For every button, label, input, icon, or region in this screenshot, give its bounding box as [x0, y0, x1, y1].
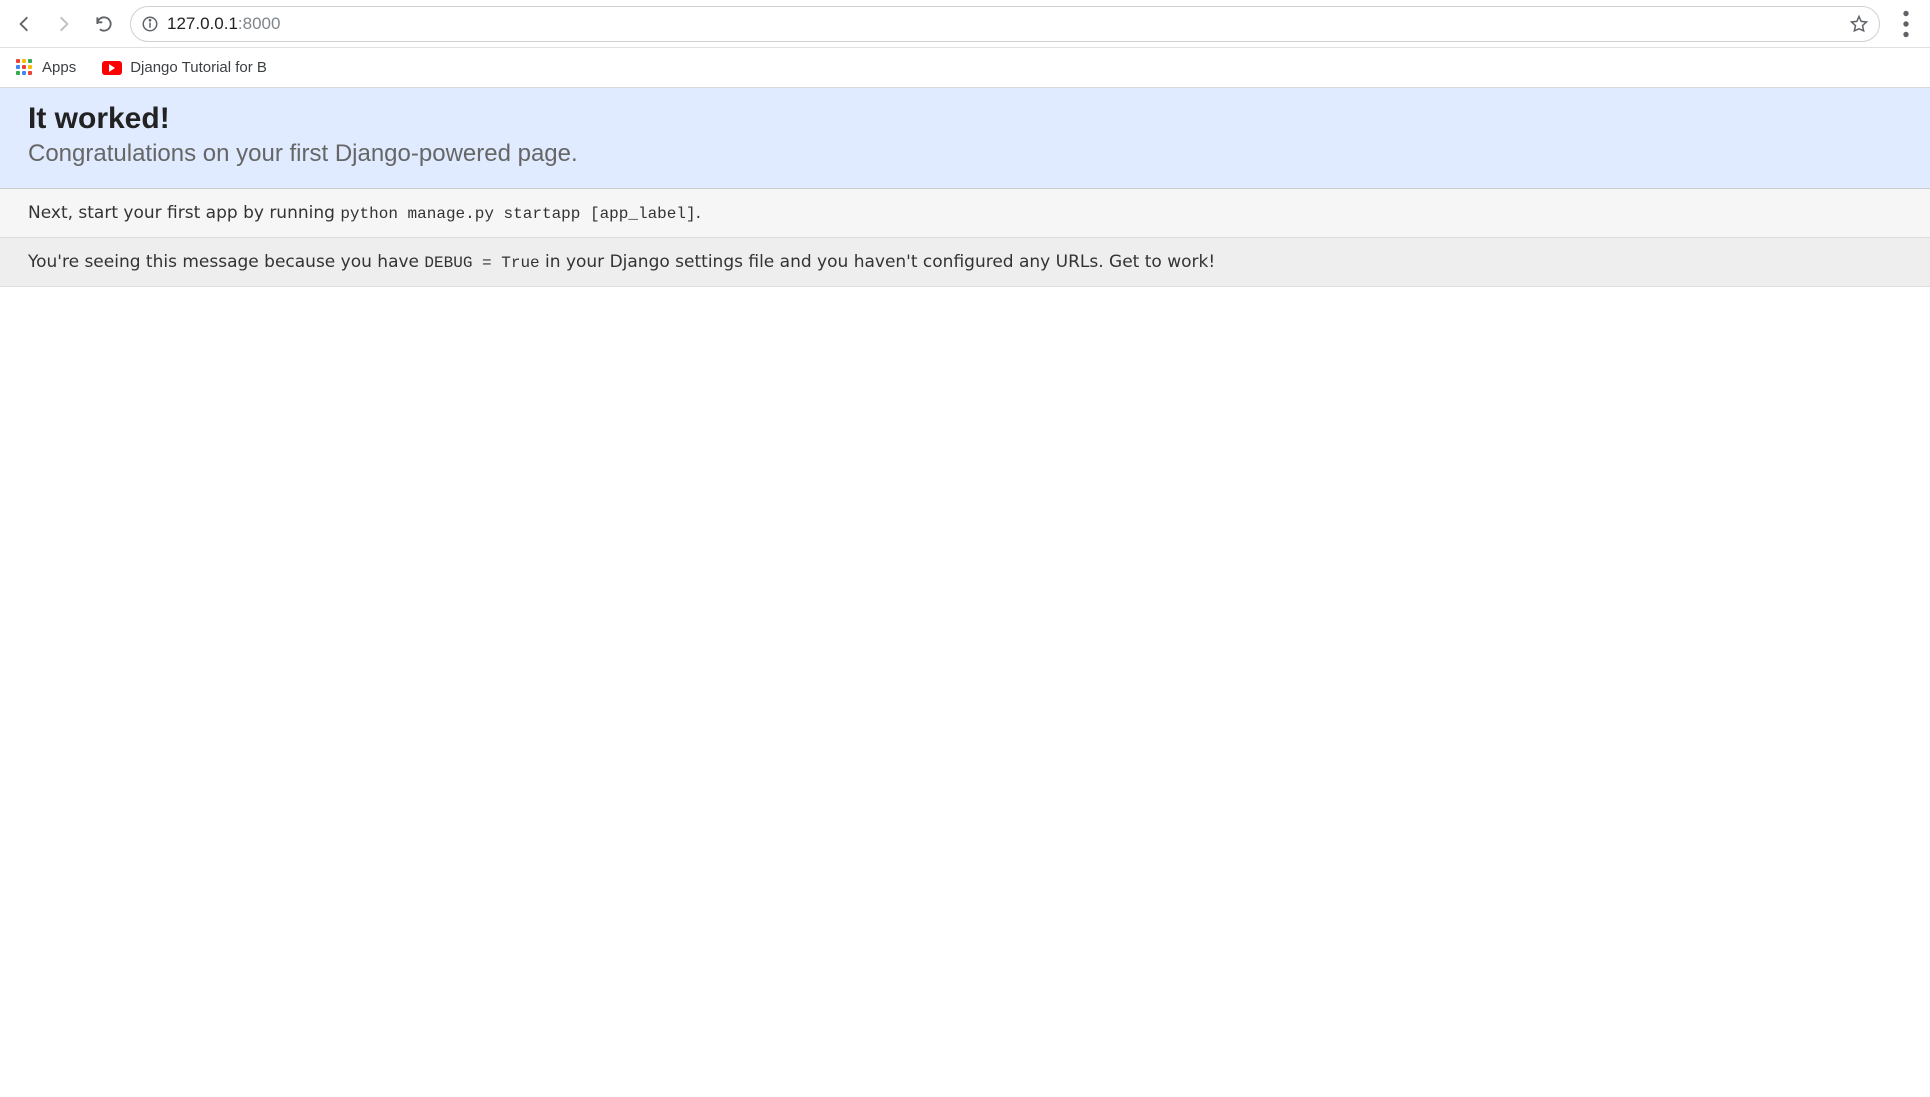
explanation-code: DEBUG = True: [424, 254, 539, 272]
instructions-section: Next, start your first app by running py…: [0, 189, 1930, 238]
url-host: 127.0.0.1: [167, 14, 238, 33]
arrow-left-icon: [14, 14, 34, 34]
address-bar[interactable]: 127.0.0.1:8000: [130, 6, 1880, 42]
page-content: It worked! Congratulations on your first…: [0, 88, 1930, 287]
arrow-right-icon: [54, 14, 74, 34]
bookmark-apps[interactable]: Apps: [10, 55, 82, 81]
bookmark-star-icon[interactable]: [1849, 14, 1869, 34]
explanation-suffix: in your Django settings file and you hav…: [540, 252, 1216, 272]
explanation-text: You're seeing this message because you h…: [28, 252, 1902, 272]
url-port: :8000: [238, 14, 281, 33]
instructions-suffix: .: [696, 203, 701, 223]
browser-toolbar: 127.0.0.1:8000: [0, 0, 1930, 48]
kebab-menu-icon: [1888, 6, 1924, 42]
reload-icon: [94, 14, 114, 34]
instructions-prefix: Next, start your first app by running: [28, 203, 340, 223]
url-text: 127.0.0.1:8000: [167, 14, 280, 34]
summary-banner: It worked! Congratulations on your first…: [0, 88, 1930, 189]
apps-grid-icon: [16, 59, 34, 77]
page-subtitle: Congratulations on your first Django-pow…: [28, 140, 1902, 168]
instructions-text: Next, start your first app by running py…: [28, 203, 1902, 223]
bookmarks-bar: Apps Django Tutorial for B: [0, 48, 1930, 88]
page-title: It worked!: [28, 102, 1902, 136]
reload-button[interactable]: [86, 6, 122, 42]
site-info-icon[interactable]: [141, 15, 159, 33]
youtube-icon: [102, 61, 122, 75]
bookmark-django-label: Django Tutorial for B: [130, 59, 267, 76]
browser-menu-button[interactable]: [1888, 6, 1924, 42]
forward-button[interactable]: [46, 6, 82, 42]
bookmark-apps-label: Apps: [42, 59, 76, 76]
explanation-section: You're seeing this message because you h…: [0, 238, 1930, 287]
instructions-code: python manage.py startapp [app_label]: [340, 205, 695, 223]
back-button[interactable]: [6, 6, 42, 42]
bookmark-django-tutorial[interactable]: Django Tutorial for B: [96, 55, 273, 80]
explanation-prefix: You're seeing this message because you h…: [28, 252, 424, 272]
